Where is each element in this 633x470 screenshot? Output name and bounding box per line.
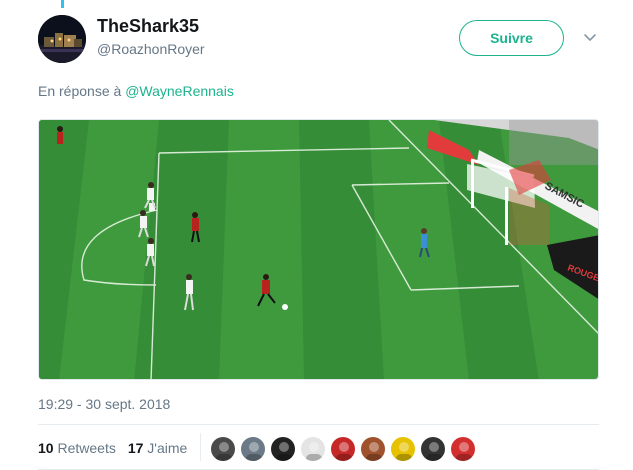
tweet-stats: 10 Retweets 17 J'aime	[38, 440, 187, 456]
tweet-media-image[interactable]: SAMSIC ROUGE	[38, 119, 599, 380]
display-name[interactable]: TheShark35	[97, 16, 199, 37]
tweet-timestamp[interactable]: 19:29 - 30 sept. 2018	[38, 396, 170, 412]
user-handle[interactable]: @RoazhonRoyer	[97, 41, 205, 57]
chevron-down-icon[interactable]	[583, 33, 597, 43]
avatar-stadium-icon[interactable]	[240, 436, 266, 462]
reply-context: En réponse à @WayneRennais	[38, 83, 234, 99]
avatar-yellow-icon[interactable]	[390, 436, 416, 462]
reply-prefix: En réponse à	[38, 83, 122, 99]
avatar-logo-icon[interactable]	[270, 436, 296, 462]
retweets-stat[interactable]: 10 Retweets	[38, 440, 116, 456]
thread-connector	[61, 0, 64, 8]
avatar-player-icon[interactable]	[360, 436, 386, 462]
reply-mention-link[interactable]: @WayneRennais	[125, 83, 234, 99]
avatar-jersey-icon[interactable]	[450, 436, 476, 462]
avatar-crest-icon[interactable]	[300, 436, 326, 462]
avatar-portrait-icon[interactable]	[210, 436, 236, 462]
divider	[38, 424, 599, 425]
likers-avatars	[210, 436, 476, 462]
avatar-dark-icon[interactable]	[420, 436, 446, 462]
avatar-red-icon[interactable]	[330, 436, 356, 462]
user-avatar[interactable]	[38, 15, 86, 63]
follow-button[interactable]: Suivre	[459, 20, 564, 56]
likes-stat[interactable]: 17 J'aime	[128, 440, 188, 456]
stats-separator	[200, 433, 201, 461]
